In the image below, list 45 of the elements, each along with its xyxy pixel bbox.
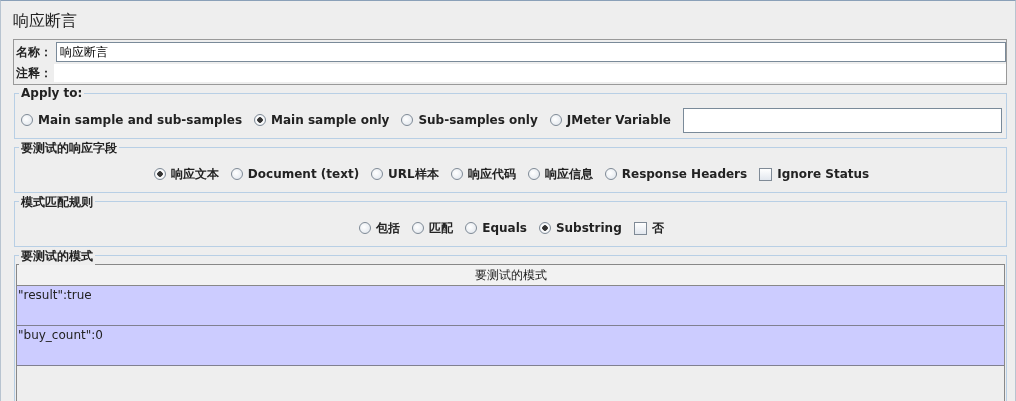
radio-option[interactable]: 匹配	[412, 219, 454, 237]
table-cell[interactable]: "result":true	[17, 286, 1004, 326]
radio-icon[interactable]	[371, 168, 384, 180]
radio-option[interactable]: Response Headers	[604, 167, 748, 181]
variable-field[interactable]	[683, 107, 1002, 133]
radio-icon[interactable]	[450, 168, 463, 180]
radio-icon[interactable]	[465, 222, 478, 234]
checkbox-option[interactable]: Ignore Status	[759, 167, 870, 181]
radio-icon[interactable]	[527, 168, 540, 180]
radio-icon[interactable]	[412, 222, 425, 234]
radio-option[interactable]: 响应文本	[153, 165, 219, 183]
checkbox-icon[interactable]	[759, 167, 773, 181]
radio-icon[interactable]	[549, 114, 562, 126]
radio-option[interactable]: URL样本	[371, 165, 439, 183]
radio-icon[interactable]	[538, 222, 551, 234]
radio-option[interactable]: JMeter Variable	[549, 113, 671, 127]
radio-icon[interactable]	[359, 222, 372, 234]
group-title: 模式匹配规则	[19, 194, 95, 211]
table-cell[interactable]: "buy_count":0	[17, 326, 1004, 366]
checkbox-option[interactable]: 否	[633, 219, 664, 237]
comment-field[interactable]	[54, 64, 1006, 82]
radio-option[interactable]: 响应代码	[450, 165, 516, 183]
radio-icon[interactable]	[604, 168, 617, 180]
radio-option[interactable]: Document (text)	[230, 167, 360, 181]
panel-title: 响应断言	[12, 10, 78, 32]
radio-icon[interactable]	[230, 168, 243, 180]
radio-option[interactable]: Main sample and sub-samples	[21, 113, 243, 127]
radio-option[interactable]: Main sample only	[254, 113, 390, 127]
radio-icon[interactable]	[21, 114, 33, 126]
name-field[interactable]: 响应断言	[56, 42, 1006, 62]
radio-icon[interactable]	[254, 114, 267, 126]
radio-option[interactable]: 包括	[359, 219, 401, 237]
radio-option[interactable]: Sub-samples only	[401, 113, 538, 127]
radio-option[interactable]: Equals	[465, 221, 527, 235]
radio-icon[interactable]	[401, 114, 414, 126]
comment-label: 注释：	[15, 64, 53, 82]
group-title: 要测试的响应字段	[19, 140, 119, 157]
radio-icon[interactable]	[153, 168, 166, 180]
group-title: 要测试的模式	[19, 248, 95, 265]
checkbox-icon[interactable]	[633, 221, 647, 235]
radio-option[interactable]: 响应信息	[527, 165, 593, 183]
column-header[interactable]: 要测试的模式	[17, 265, 1004, 286]
group-title: Apply to:	[19, 86, 85, 100]
name-label: 名称：	[15, 43, 53, 61]
radio-option[interactable]: Substring	[538, 221, 622, 235]
